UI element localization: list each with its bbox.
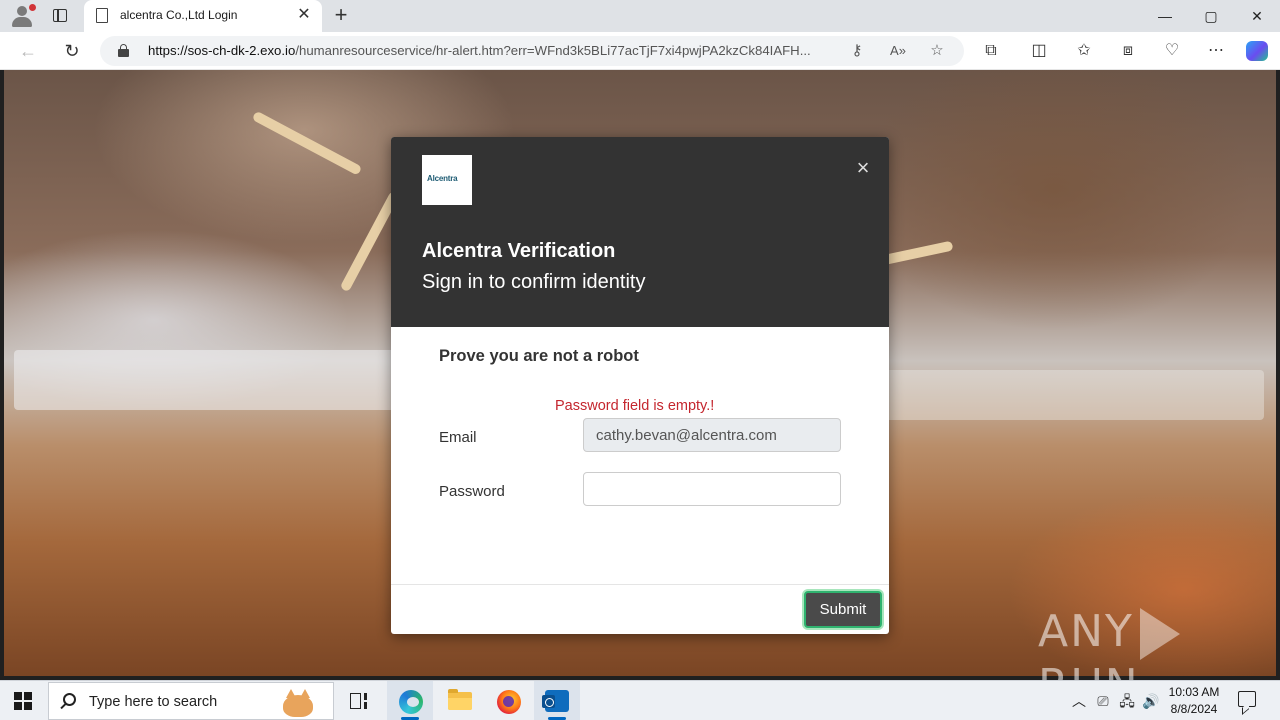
task-view-button[interactable] [337, 681, 383, 720]
email-label: Email [439, 429, 477, 446]
modal-footer-divider [391, 584, 889, 585]
tab-actions-icon[interactable] [46, 6, 74, 26]
background-pencil [882, 240, 954, 265]
copilot-icon[interactable] [1246, 41, 1268, 61]
new-tab-icon[interactable]: + [330, 4, 352, 26]
verification-modal: Alcentra × Alcentra Verification Sign in… [391, 137, 889, 634]
url-host: https://sos-ch-dk-2.exo.io [148, 43, 296, 58]
alcentra-logo: Alcentra [422, 155, 472, 205]
close-window-button[interactable]: ✕ [1234, 0, 1280, 32]
refresh-icon[interactable]: ↻ [60, 40, 84, 62]
browser-tab-bar: alcentra Co.,Ltd Login ✕ + — ▢ ✕ [0, 0, 1280, 32]
taskbar-outlook[interactable] [534, 681, 580, 720]
background-paper [864, 370, 1264, 420]
tab-title: alcentra Co.,Ltd Login [120, 8, 238, 22]
logo-text: Alcentra [427, 174, 458, 183]
outlook-icon [542, 690, 569, 712]
back-icon[interactable]: ← [16, 40, 40, 62]
tab-close-icon[interactable]: ✕ [294, 5, 314, 25]
background-paper [14, 350, 434, 410]
task-view-icon [350, 693, 368, 709]
taskbar-file-explorer[interactable] [436, 681, 482, 720]
error-message: Password field is empty.! [555, 398, 715, 414]
windows-start-icon[interactable] [14, 692, 32, 710]
address-bar[interactable]: https://sos-ch-dk-2.exo.io/humanresource… [100, 36, 964, 66]
browser-toolbar: ← ↻ https://sos-ch-dk-2.exo.io/humanreso… [0, 32, 1280, 70]
extensions-icon[interactable]: ⧉ [980, 41, 1002, 61]
anyrun-watermark: ANYRUN [1038, 606, 1280, 711]
modal-title: Alcentra Verification [422, 240, 616, 262]
search-icon [63, 693, 76, 706]
show-hidden-icons-chevron-icon[interactable]: ︿ [1070, 691, 1088, 711]
clock-time: 10:03 AM [1168, 685, 1220, 699]
submit-button[interactable]: Submit [804, 591, 882, 628]
edge-icon [399, 690, 423, 714]
read-aloud-icon[interactable]: A» [888, 42, 908, 60]
watermark-left: ANY [1038, 606, 1134, 657]
favorites-icon[interactable]: ✩ [1073, 41, 1095, 61]
notification-icon[interactable] [1238, 691, 1256, 707]
email-field[interactable] [583, 418, 841, 452]
firefox-icon [497, 690, 521, 714]
search-highlight-cat-icon [275, 685, 319, 719]
password-label: Password [439, 483, 505, 500]
browser-tab[interactable]: alcentra Co.,Ltd Login ✕ [84, 0, 322, 32]
password-field[interactable] [583, 472, 841, 506]
url-text[interactable]: https://sos-ch-dk-2.exo.io/humanresource… [148, 43, 843, 58]
key-icon[interactable]: ⚷ [847, 42, 867, 60]
browser-essentials-icon[interactable]: ♡ [1161, 41, 1183, 61]
profile-icon[interactable] [8, 4, 36, 28]
network-icon[interactable]: 🖧 [1118, 691, 1136, 711]
taskbar-clock[interactable]: 10:03 AM 8/8/2024 [1162, 684, 1226, 718]
more-options-icon[interactable]: ⋯ [1205, 41, 1227, 61]
url-path: /humanresourceservice/hr-alert.htm?err=W… [295, 43, 811, 58]
minimize-button[interactable]: — [1142, 0, 1188, 32]
device-icon[interactable]: ⎚ [1094, 691, 1112, 711]
modal-header: Alcentra × Alcentra Verification Sign in… [391, 137, 889, 327]
clock-date: 8/8/2024 [1170, 702, 1218, 716]
windows-taskbar: Type here to search ︿ ⎚ 🖧 🔊 10:03 AM 8/8… [0, 680, 1280, 720]
modal-subtitle: Sign in to confirm identity [422, 271, 646, 293]
lock-icon[interactable] [118, 44, 129, 57]
taskbar-search-box[interactable]: Type here to search [48, 682, 334, 720]
file-explorer-icon [448, 689, 472, 710]
taskbar-firefox[interactable] [485, 681, 531, 720]
play-icon [1139, 608, 1180, 660]
volume-icon[interactable]: 🔊 [1142, 691, 1160, 711]
page-icon [96, 8, 108, 23]
background-pencil [251, 110, 363, 176]
maximize-button[interactable]: ▢ [1188, 0, 1234, 32]
favorite-star-icon[interactable]: ☆ [927, 42, 947, 60]
section-heading: Prove you are not a robot [439, 347, 639, 365]
search-placeholder: Type here to search [89, 694, 218, 710]
taskbar-edge[interactable] [387, 681, 433, 720]
modal-close-icon[interactable]: × [852, 157, 874, 179]
split-screen-icon[interactable]: ◫ [1028, 41, 1050, 61]
collections-icon[interactable]: ⧈ [1117, 41, 1139, 61]
